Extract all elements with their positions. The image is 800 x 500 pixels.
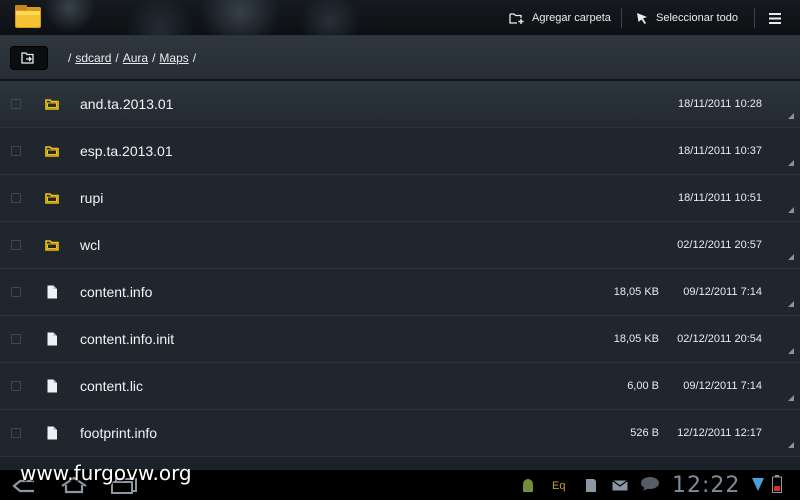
folder-icon (45, 193, 59, 204)
folder-up-icon (21, 52, 34, 64)
row-options-corner-icon[interactable] (788, 442, 794, 448)
breadcrumb-separator: / (115, 51, 119, 65)
folder-icon (45, 146, 59, 157)
file-icon (47, 426, 57, 440)
file-date: 09/12/2011 7:14 (683, 380, 762, 392)
row-options-corner-icon[interactable] (788, 348, 794, 354)
overflow-menu-button[interactable] (769, 0, 789, 36)
file-manager-app-icon[interactable] (14, 4, 42, 30)
file-name: wcl (80, 237, 101, 253)
file-date: 18/11/2011 10:37 (677, 145, 762, 157)
file-row[interactable]: content.lic 6,00 B 09/12/2011 7:14 (0, 363, 800, 410)
android-notification-icon (523, 479, 533, 492)
row-checkbox[interactable] (11, 240, 21, 250)
folder-icon (45, 240, 59, 251)
file-row[interactable]: wcl 02/12/2011 20:57 (0, 222, 800, 269)
row-options-corner-icon[interactable] (788, 254, 794, 260)
up-directory-button[interactable] (10, 46, 48, 70)
file-size: 526 B (630, 427, 659, 439)
file-name: content.info (80, 284, 153, 300)
action-bar: Agregar carpeta Seleccionar todo (0, 0, 800, 36)
file-name: rupi (80, 190, 104, 206)
row-checkbox[interactable] (11, 193, 21, 203)
chat-icon (641, 477, 659, 491)
sdcard-icon (586, 479, 596, 492)
file-date: 18/11/2011 10:28 (677, 98, 762, 110)
status-clock: 12:22 (672, 473, 741, 498)
file-row[interactable]: content.info.init 18,05 KB 02/12/2011 20:5… (0, 316, 800, 363)
file-row[interactable]: content.info 18,05 KB 09/12/2011 7:14 (0, 269, 800, 316)
row-checkbox[interactable] (11, 99, 21, 109)
row-options-corner-icon[interactable] (788, 207, 794, 213)
equalizer-notification: Eq (552, 480, 566, 492)
file-size: 18,05 KB (613, 333, 659, 345)
file-date: 02/12/2011 20:54 (677, 333, 762, 345)
watermark: www.furgovw.org (20, 461, 192, 485)
file-name: footprint.info (80, 425, 158, 441)
file-size: 18,05 KB (613, 286, 659, 298)
separator (754, 8, 755, 28)
file-row[interactable]: rupi 18/11/2011 10:51 (0, 175, 800, 222)
breadcrumb-aura[interactable]: Aura (123, 51, 148, 65)
file-name: content.info.init (80, 331, 175, 347)
file-date: 12/12/2011 12:17 (677, 427, 762, 439)
file-list: and.ta.2013.01 18/11/2011 10:28 esp.ta.201… (0, 81, 800, 470)
file-name: esp.ta.2013.01 (80, 143, 173, 159)
file-date: 02/12/2011 20:57 (677, 239, 762, 251)
row-options-corner-icon[interactable] (788, 395, 794, 401)
row-checkbox[interactable] (11, 428, 21, 438)
breadcrumb-separator: / (152, 51, 156, 65)
breadcrumb: / sdcard / Aura / Maps / (64, 51, 200, 65)
row-checkbox[interactable] (11, 146, 21, 156)
row-options-corner-icon[interactable] (788, 160, 794, 166)
row-checkbox[interactable] (11, 381, 21, 391)
add-folder-button[interactable]: Agregar carpeta (509, 0, 611, 36)
row-checkbox[interactable] (11, 287, 21, 297)
select-cursor-icon (637, 12, 647, 24)
file-row[interactable]: and.ta.2013.01 18/11/2011 10:28 (0, 81, 800, 128)
battery-icon (772, 475, 782, 493)
file-date: 18/11/2011 10:51 (677, 192, 762, 204)
row-options-corner-icon[interactable] (788, 113, 794, 119)
select-all-button[interactable]: Seleccionar todo (636, 0, 738, 36)
breadcrumb-separator: / (68, 51, 72, 65)
file-icon (47, 285, 57, 299)
file-size: 6,00 B (627, 380, 659, 392)
file-name: and.ta.2013.01 (80, 96, 174, 112)
file-row[interactable]: esp.ta.2013.01 18/11/2011 10:37 (0, 128, 800, 175)
mail-icon (612, 480, 628, 491)
breadcrumb-maps[interactable]: Maps (159, 51, 188, 65)
add-folder-icon (509, 12, 524, 24)
breadcrumb-separator: / (192, 51, 197, 65)
add-folder-label: Agregar carpeta (532, 12, 611, 24)
row-checkbox[interactable] (11, 334, 21, 344)
row-options-corner-icon[interactable] (788, 301, 794, 307)
wifi-icon (752, 478, 764, 491)
file-row[interactable]: footprint.info 526 B 12/12/2011 12:17 (0, 410, 800, 457)
select-all-label: Seleccionar todo (656, 12, 738, 24)
folder-icon (45, 99, 59, 110)
separator (621, 8, 622, 28)
file-icon (47, 379, 57, 393)
file-icon (47, 332, 57, 346)
breadcrumb-sdcard[interactable]: sdcard (75, 51, 111, 65)
path-bar: / sdcard / Aura / Maps / (0, 36, 800, 80)
file-name: content.lic (80, 378, 144, 394)
file-date: 09/12/2011 7:14 (683, 286, 762, 298)
menu-icon (769, 12, 781, 24)
